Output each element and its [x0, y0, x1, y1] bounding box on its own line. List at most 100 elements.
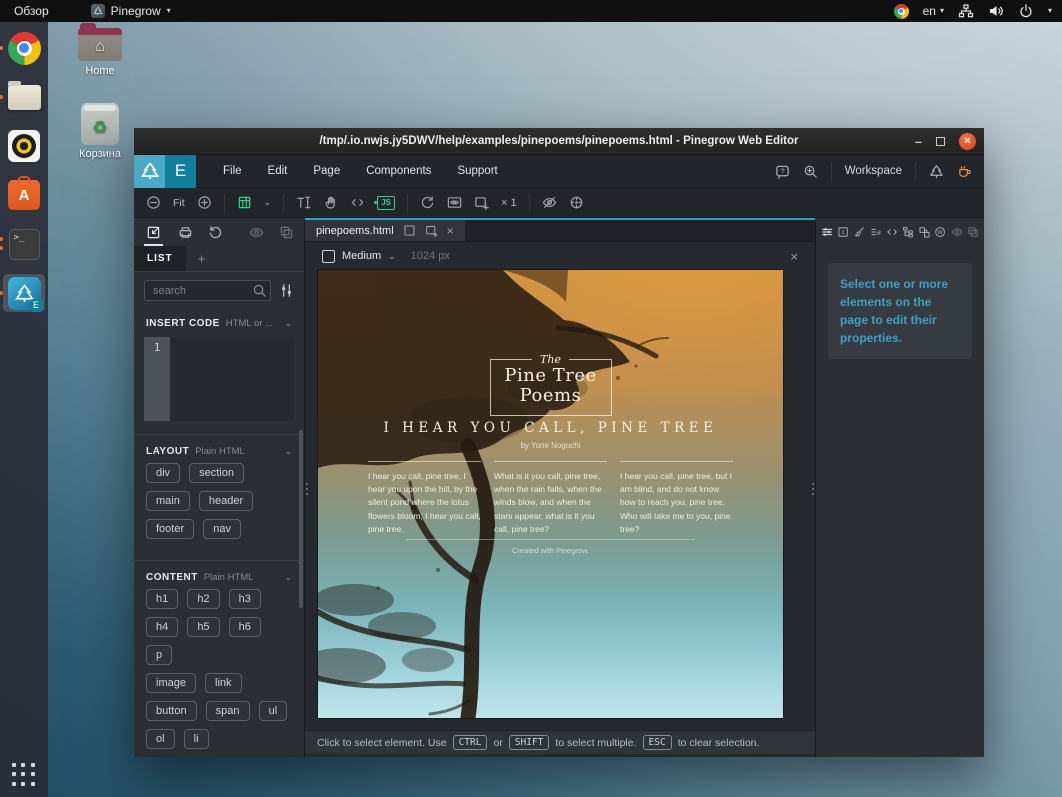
- menu-page[interactable]: Page: [300, 165, 353, 177]
- element-footer[interactable]: footer: [146, 519, 194, 539]
- breakpoint-name[interactable]: Medium: [342, 250, 381, 262]
- zoom-level[interactable]: × 1: [501, 197, 517, 209]
- new-window-icon[interactable]: [425, 224, 438, 237]
- dock-item-ubuntu-software[interactable]: A: [3, 176, 45, 214]
- dom-tree-icon[interactable]: [902, 225, 914, 239]
- properties-sliders-icon[interactable]: [821, 225, 833, 239]
- css-rules-icon[interactable]: [870, 225, 882, 239]
- zoom-in-icon[interactable]: [803, 164, 818, 179]
- focused-app-menu[interactable]: Pinegrow ▾: [91, 4, 171, 18]
- code-area[interactable]: [170, 337, 294, 421]
- document-tab[interactable]: pinepoems.html ×: [305, 220, 465, 241]
- menu-components[interactable]: Components: [353, 165, 444, 177]
- network-icon[interactable]: [958, 3, 974, 19]
- insert-elements-tab-icon[interactable]: [146, 225, 161, 240]
- zoom-out-button[interactable]: [146, 195, 161, 210]
- element-span[interactable]: span: [206, 701, 250, 721]
- section-insert-code[interactable]: INSERT CODE HTML or ... ⌄: [134, 307, 304, 335]
- element-h4[interactable]: h4: [146, 617, 178, 637]
- element-h2[interactable]: h2: [187, 589, 219, 609]
- chevron-down-icon[interactable]: ⌄: [284, 572, 292, 583]
- hide-helpers-button[interactable]: [542, 195, 557, 210]
- wordpress-icon[interactable]: [934, 225, 946, 239]
- text-edit-tool[interactable]: [296, 195, 311, 210]
- menu-edit[interactable]: Edit: [255, 165, 301, 177]
- pinepoems-page[interactable]: The Pine Tree Poems I HEAR YOU CALL, PIN…: [318, 270, 783, 718]
- zoom-fit-button[interactable]: Fit: [173, 197, 185, 209]
- help-icon[interactable]: [775, 164, 790, 179]
- filter-icon[interactable]: [279, 283, 294, 298]
- element-ol[interactable]: ol: [146, 729, 175, 749]
- activities-button[interactable]: Обзор: [0, 0, 63, 22]
- dock-item-chrome[interactable]: [3, 29, 45, 67]
- add-tab-button[interactable]: +: [186, 246, 218, 271]
- code-view-button[interactable]: [350, 195, 365, 210]
- element-image[interactable]: image: [146, 673, 196, 693]
- chrome-tray-icon[interactable]: [894, 4, 909, 19]
- element-h1[interactable]: h1: [146, 589, 178, 609]
- dock-item-rhythmbox[interactable]: [3, 127, 45, 165]
- editor-logo-e[interactable]: E: [165, 155, 196, 188]
- js-mode-button[interactable]: JS: [377, 196, 395, 210]
- coffee-cup-icon[interactable]: [957, 164, 972, 179]
- element-h3[interactable]: h3: [229, 589, 261, 609]
- dock-item-files[interactable]: [3, 78, 45, 116]
- window-titlebar[interactable]: /tmp/.io.nwjs.jy5DWV/help/examples/pinep…: [134, 128, 984, 155]
- minimize-button[interactable]: –: [915, 135, 922, 148]
- component-box-icon[interactable]: [837, 225, 849, 239]
- menu-support[interactable]: Support: [444, 165, 510, 177]
- zoom-in-button[interactable]: [197, 195, 212, 210]
- eye-icon[interactable]: [249, 225, 264, 240]
- section-layout[interactable]: LAYOUT Plain HTML ⌄: [134, 435, 304, 463]
- refresh-button[interactable]: [420, 195, 435, 210]
- close-page-view-icon[interactable]: ×: [790, 249, 798, 264]
- code-editor-icon[interactable]: [886, 225, 898, 239]
- close-tab-icon[interactable]: ×: [447, 224, 454, 238]
- highlight-target-button[interactable]: [569, 195, 584, 210]
- element-ul[interactable]: ul: [259, 701, 288, 721]
- chevron-down-icon[interactable]: ⌄: [284, 318, 292, 329]
- volume-icon[interactable]: [988, 3, 1004, 19]
- chevron-down-icon[interactable]: ⌄: [388, 251, 396, 262]
- preview-button[interactable]: [447, 195, 462, 210]
- dock-item-terminal[interactable]: >_: [3, 225, 45, 263]
- single-view-icon[interactable]: [403, 224, 416, 237]
- element-section[interactable]: section: [189, 463, 244, 483]
- workspace-button[interactable]: Workspace: [845, 165, 902, 177]
- undo-history-icon[interactable]: [208, 225, 223, 240]
- element-nav[interactable]: nav: [203, 519, 241, 539]
- element-link[interactable]: link: [205, 673, 242, 693]
- new-window-button[interactable]: [474, 195, 489, 210]
- tab-list[interactable]: LIST: [134, 246, 186, 271]
- duplicate-panel-icon[interactable]: [967, 225, 979, 239]
- dock-item-pinegrow[interactable]: E: [3, 274, 45, 312]
- language-indicator[interactable]: en ▾: [923, 4, 944, 18]
- desktop-icon-home[interactable]: ⌂ Home: [62, 28, 138, 77]
- chevron-down-icon[interactable]: ⌄: [264, 197, 272, 208]
- pinegrow-logo[interactable]: [134, 155, 165, 188]
- element-button[interactable]: button: [146, 701, 197, 721]
- page-preview[interactable]: The Pine Tree Poems I HEAR YOU CALL, PIN…: [318, 270, 783, 718]
- power-icon[interactable]: [1018, 3, 1034, 19]
- element-h6[interactable]: h6: [229, 617, 261, 637]
- eye-icon[interactable]: [951, 225, 963, 239]
- style-brush-icon[interactable]: [853, 225, 865, 239]
- hand-tool[interactable]: [323, 195, 338, 210]
- chevron-down-icon[interactable]: ⌄: [284, 446, 292, 457]
- element-main[interactable]: main: [146, 491, 190, 511]
- element-p[interactable]: p: [146, 645, 172, 665]
- page-views-button[interactable]: [237, 195, 252, 210]
- pine-tree-icon[interactable]: [929, 164, 944, 179]
- system-menu-arrow-icon[interactable]: ▾: [1048, 7, 1052, 15]
- element-li[interactable]: li: [184, 729, 209, 749]
- section-content[interactable]: CONTENT Plain HTML ⌄: [134, 561, 304, 589]
- element-header[interactable]: header: [199, 491, 253, 511]
- menu-file[interactable]: File: [210, 165, 255, 177]
- project-export-icon[interactable]: [918, 225, 930, 239]
- scrollbar-thumb[interactable]: [299, 430, 303, 608]
- close-button[interactable]: ×: [959, 133, 976, 150]
- panel-resize-grip[interactable]: [812, 483, 814, 495]
- element-div[interactable]: div: [146, 463, 180, 483]
- element-h5[interactable]: h5: [187, 617, 219, 637]
- maximize-button[interactable]: [936, 137, 945, 146]
